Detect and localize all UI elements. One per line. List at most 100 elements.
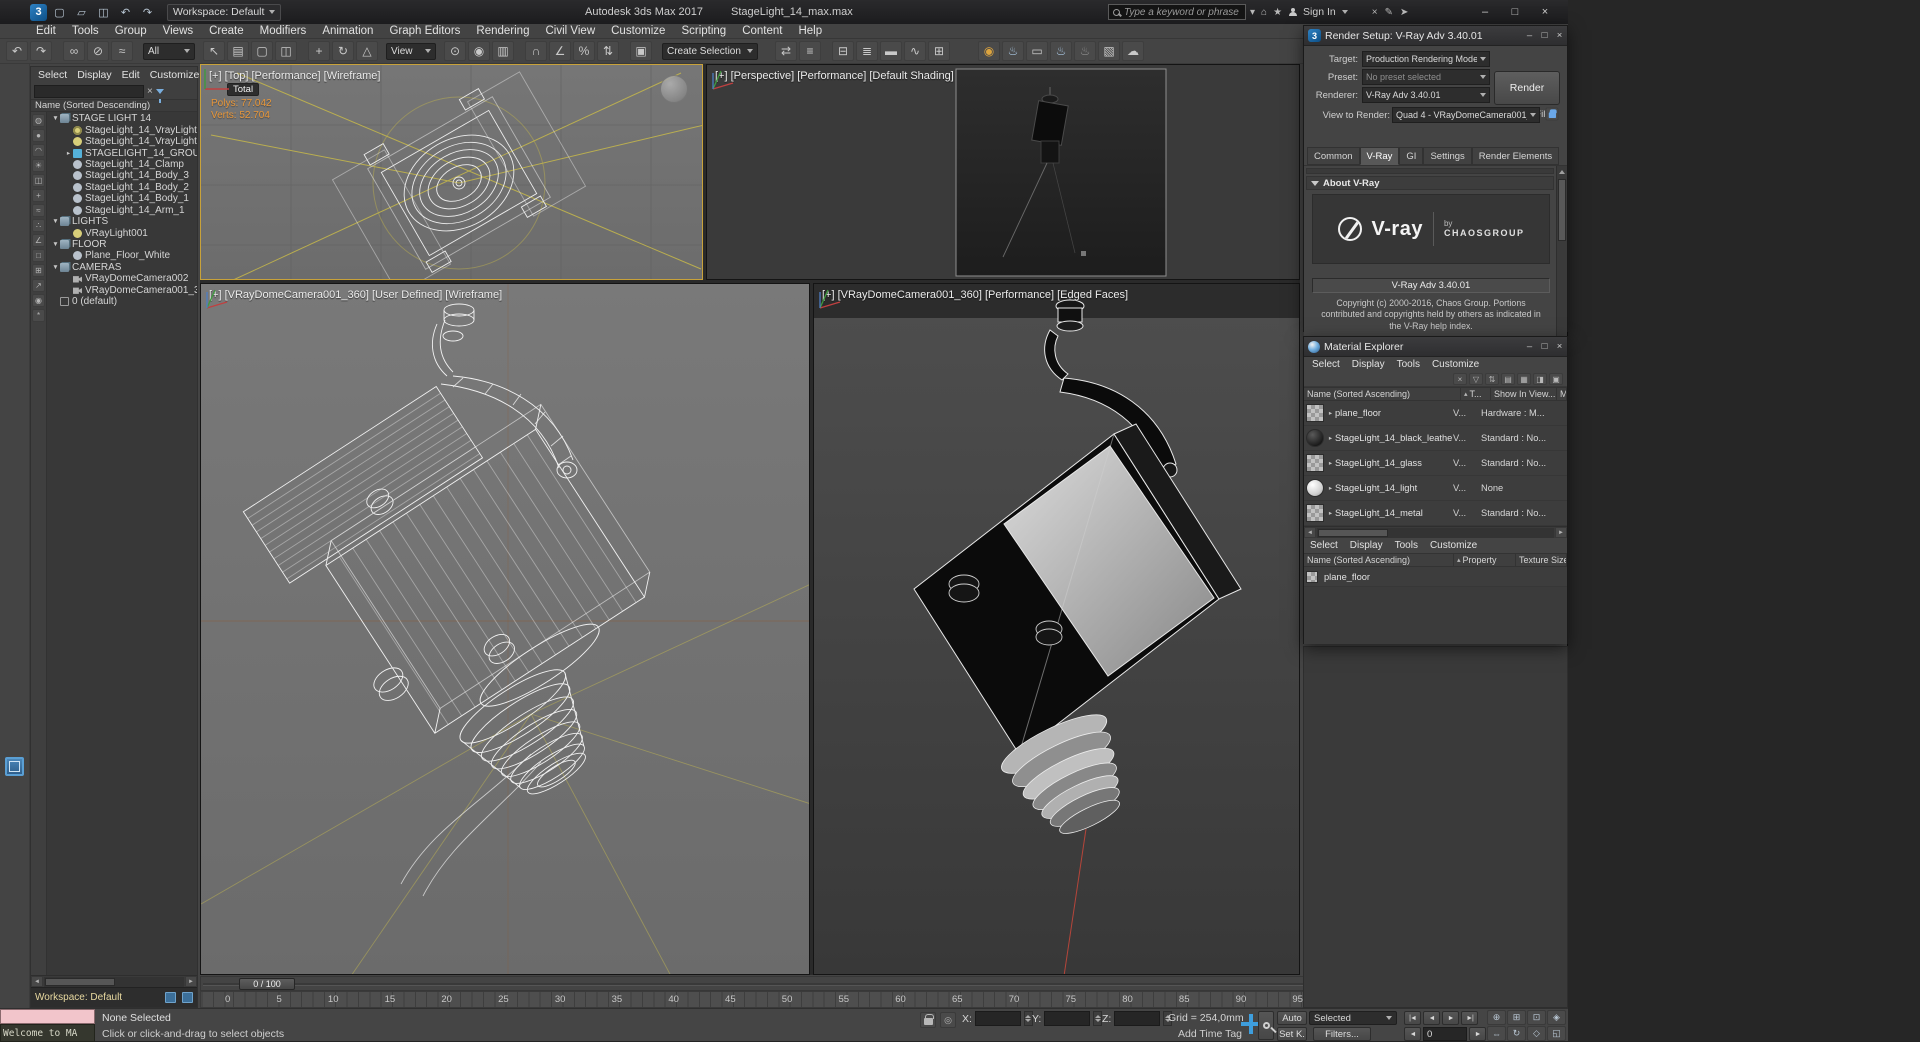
redo-small-icon[interactable]: ↷	[138, 3, 157, 21]
column-header[interactable]: Material	[1557, 388, 1567, 400]
orbit-icon[interactable]: ↻	[1507, 1026, 1526, 1041]
scene-tree-row[interactable]: VRayDomeCamera002	[47, 273, 197, 284]
viewport-label[interactable]: [+] [Perspective] [Performance] [Default…	[715, 70, 954, 82]
percent-snap-icon[interactable]: %	[573, 41, 595, 61]
window-crossing-icon[interactable]: ◫	[275, 41, 297, 61]
maximize-button[interactable]: □	[1500, 0, 1530, 24]
selection-region-icon[interactable]: ▢	[251, 41, 273, 61]
viewport-top[interactable]: [+] [Top] [Performance] [Wireframe] Tota…	[200, 64, 703, 280]
display-shapes-icon[interactable]: ◠	[32, 144, 45, 157]
use-pivot-center-icon[interactable]: ⊙	[444, 41, 466, 61]
scroll-right-icon[interactable]: ►	[1555, 527, 1567, 538]
material-horizontal-scrollbar[interactable]: ◄ ►	[1304, 526, 1567, 538]
thumbnail-view-icon[interactable]: ▦	[1517, 373, 1531, 385]
y-coordinate-field[interactable]	[1044, 1011, 1090, 1026]
display-geometry-icon[interactable]: ●	[32, 129, 45, 142]
selection-filter-dropdown[interactable]: All	[143, 43, 195, 60]
maximize-button[interactable]: □	[1537, 341, 1552, 352]
workspace-footer-label[interactable]: Workspace: Default	[35, 992, 159, 1003]
expand-caret-icon[interactable]: ▼	[51, 264, 60, 271]
previous-key-button[interactable]: ◄	[1404, 1027, 1421, 1041]
time-slider-track[interactable]	[203, 983, 1373, 986]
clear-search-icon[interactable]: ×	[1453, 373, 1467, 385]
zoom-all-icon[interactable]: ⊞	[1507, 1010, 1526, 1025]
column-header[interactable]: Show In View...	[1491, 388, 1557, 400]
menu-item[interactable]: Scripting	[673, 25, 734, 37]
activeshade-icon[interactable]: ▧	[1098, 41, 1120, 61]
lock-explorer-icon[interactable]: ▣	[1549, 373, 1563, 385]
time-slider-handle[interactable]: 0 / 100	[239, 978, 295, 990]
menu-item[interactable]: Select	[1306, 359, 1346, 370]
display-bones-icon[interactable]: ∠	[32, 234, 45, 247]
filter-funnel-icon[interactable]	[156, 89, 164, 94]
viewport-perspective[interactable]: [+] [Perspective] [Performance] [Default…	[706, 64, 1300, 280]
y-spinner[interactable]	[1093, 1011, 1102, 1026]
menu-item[interactable]: Group	[107, 25, 155, 37]
select-and-move-icon[interactable]: +	[308, 41, 330, 61]
display-xrefs-icon[interactable]: ↗	[32, 279, 45, 292]
scene-sort-header[interactable]: Name (Sorted Descending)	[31, 99, 197, 112]
StageLight_14_light[interactable]: ▸ StageLight_14_light V... None	[1304, 476, 1567, 501]
column-header[interactable]: Name (Sorted Ascending)	[1304, 388, 1461, 400]
scroll-left-icon[interactable]: ◄	[31, 976, 43, 987]
menu-item[interactable]: Tools	[1391, 359, 1426, 370]
unlink-selection-icon[interactable]: ⊘	[87, 41, 109, 61]
favorites-icon[interactable]: ★	[1273, 7, 1282, 18]
column-header[interactable]: Texture Size	[1516, 554, 1567, 566]
close-button[interactable]: ×	[1552, 341, 1567, 352]
render-setup-tab[interactable]: Common	[1307, 147, 1360, 165]
scene-tree-row[interactable]: ▼ STAGE LIGHT 14	[47, 113, 197, 124]
explorer-layout-icon[interactable]	[182, 992, 193, 1003]
keyboard-override-icon[interactable]: ▥	[492, 41, 514, 61]
scene-tree-row[interactable]: StageLight_14_Body_1	[47, 193, 197, 204]
scene-tree-row[interactable]: StageLight_14_Body_3	[47, 170, 197, 181]
StageLight_14_metal[interactable]: ▸ StageLight_14_metal V... Standard : No…	[1304, 501, 1567, 526]
select-and-rotate-icon[interactable]: ↻	[332, 41, 354, 61]
menu-item[interactable]: Rendering	[468, 25, 537, 37]
filter-icon[interactable]: ▽	[1469, 373, 1483, 385]
scene-tree-row[interactable]: ▼ FLOOR	[47, 239, 197, 250]
set-keys-button[interactable]	[1258, 1011, 1274, 1040]
sign-in-button[interactable]: Sign In	[1303, 6, 1336, 18]
column-header[interactable]: ▴Property	[1454, 554, 1516, 566]
set-key-button[interactable]: Set K.	[1277, 1027, 1307, 1041]
zoom-extents-icon[interactable]: ⊡	[1527, 1010, 1546, 1025]
toggle-ribbon-icon[interactable]: ▬	[880, 41, 902, 61]
bind-to-space-warp-icon[interactable]: ≈	[111, 41, 133, 61]
menu-item[interactable]: Edit	[117, 69, 145, 81]
column-chooser-icon[interactable]: ▤	[1501, 373, 1515, 385]
search-input[interactable]	[1124, 7, 1258, 18]
menu-item[interactable]: Views	[155, 25, 201, 37]
share-icon[interactable]: ➤	[1400, 7, 1408, 18]
StageLight_14_black_leather[interactable]: ▸ StageLight_14_black_leather V... Stand…	[1304, 426, 1567, 451]
render-setup-tab[interactable]: GI	[1399, 147, 1423, 165]
menu-item[interactable]: Display	[72, 69, 116, 81]
fov-icon[interactable]: ◇	[1527, 1026, 1546, 1041]
expand-caret-icon[interactable]: ▼	[51, 115, 60, 122]
scene-search-input[interactable]	[34, 85, 144, 98]
viewport-layout-tabs-button[interactable]	[5, 757, 24, 776]
select-object-icon[interactable]: ↖	[203, 41, 225, 61]
selection-lock-icon[interactable]	[920, 1012, 936, 1028]
menu-item[interactable]: Display	[1344, 540, 1389, 551]
minimize-button[interactable]: –	[1522, 30, 1537, 41]
time-slider[interactable]: 0 / 100 ►	[200, 976, 1392, 991]
go-to-start-button[interactable]: |◄	[1404, 1011, 1421, 1025]
selected-set-dropdown[interactable]: Selected	[1309, 1011, 1397, 1025]
display-particles-icon[interactable]: ∴	[32, 219, 45, 232]
edit-named-selection-sets-icon[interactable]: ▣	[630, 41, 652, 61]
x-coordinate-field[interactable]	[975, 1011, 1021, 1026]
select-and-manipulate-icon[interactable]: ◉	[468, 41, 490, 61]
close-button[interactable]: ×	[1530, 0, 1560, 24]
auto-key-button[interactable]: Auto	[1277, 1011, 1307, 1025]
key-filters-button[interactable]: Filters...	[1313, 1027, 1371, 1041]
rendered-frame-window-icon[interactable]: ▭	[1026, 41, 1048, 61]
viewport-camera-shaded[interactable]: [+] [VRayDomeCamera001_360] [Performance…	[813, 283, 1300, 975]
viewport-camera-wireframe[interactable]: [+] [VRayDomeCamera001_360] [User Define…	[200, 283, 810, 975]
select-and-scale-icon[interactable]: △	[356, 41, 378, 61]
scene-tree-row[interactable]: ▼ CAMERAS	[47, 262, 197, 273]
lock-view-icon[interactable]	[1546, 108, 1559, 121]
material-editor-icon[interactable]: ◉	[978, 41, 1000, 61]
render-iterative-icon[interactable]: ♨	[1074, 41, 1096, 61]
undo-small-icon[interactable]: ↶	[116, 3, 135, 21]
